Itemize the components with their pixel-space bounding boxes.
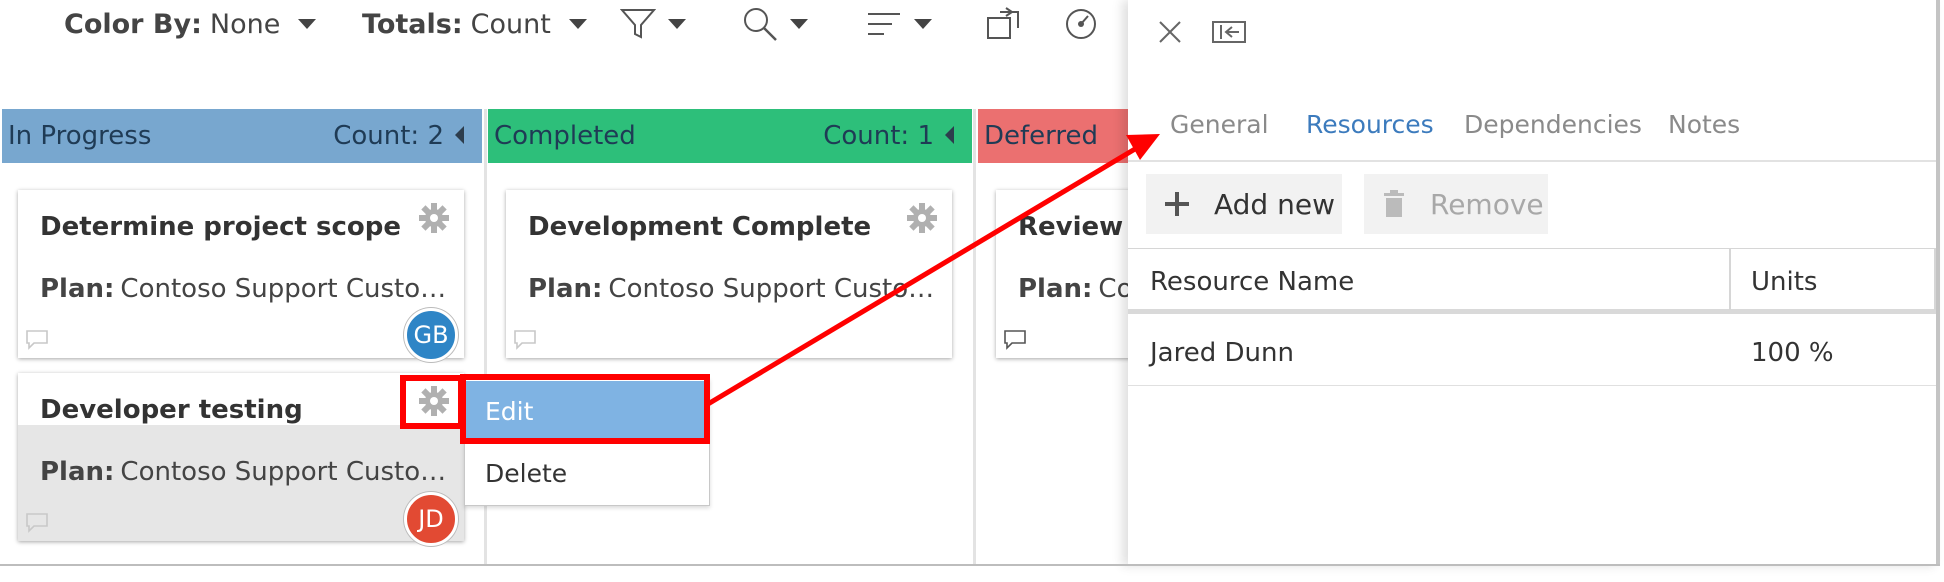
annotation-arrow	[706, 134, 1160, 407]
